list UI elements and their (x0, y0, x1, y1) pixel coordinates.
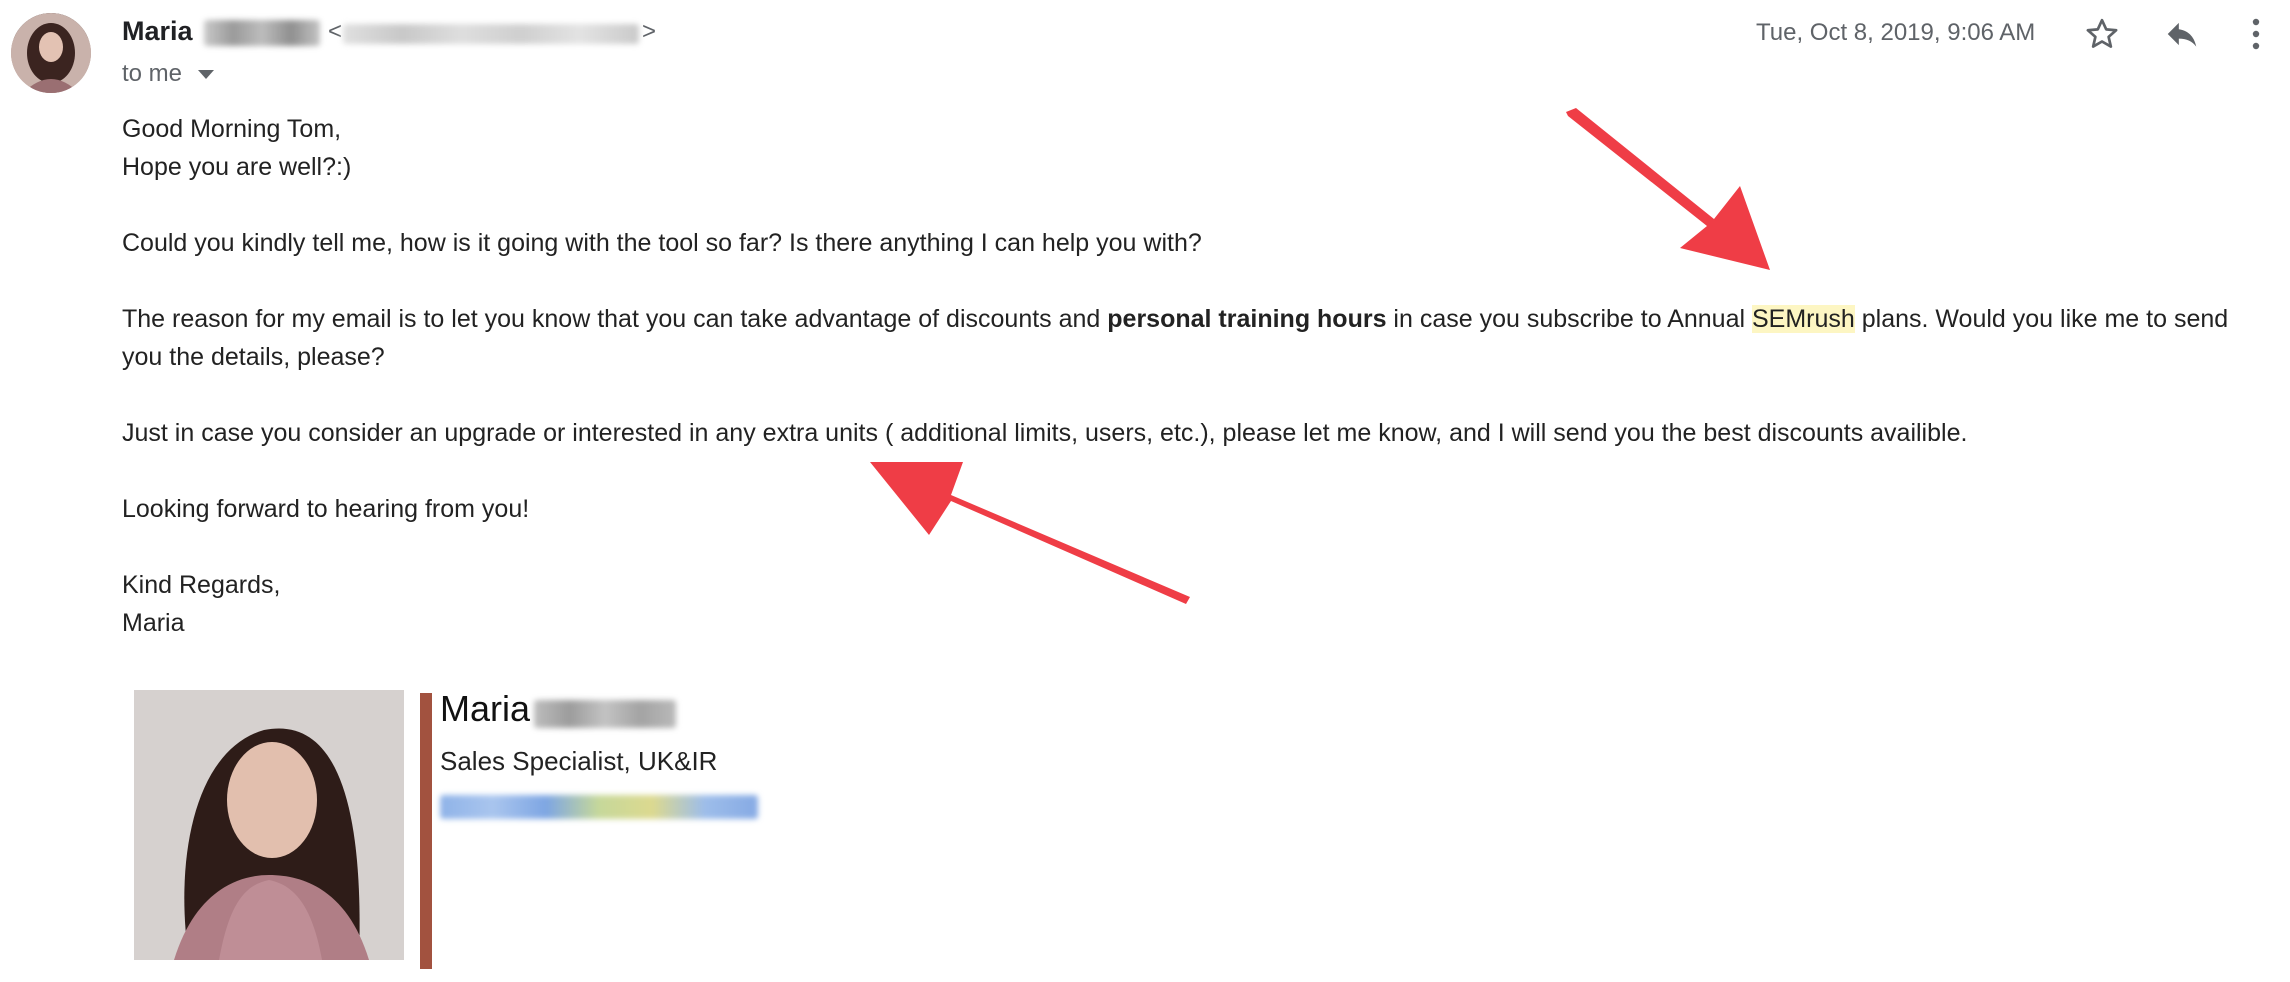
chevron-down-icon[interactable] (198, 70, 214, 79)
regards-line: Kind Regards, (122, 571, 281, 599)
semrush-highlight: SEMrush (1752, 305, 1855, 333)
signature-name: Maria (440, 688, 531, 729)
star-icon (2086, 18, 2118, 48)
upgrade-paragraph: Just in case you consider an upgrade or … (122, 419, 1968, 447)
signature-surname-redacted (534, 700, 676, 728)
reply-icon (2167, 22, 2197, 47)
signature-email-link-redacted[interactable] (440, 795, 758, 819)
greeting: Good Morning Tom, (122, 115, 342, 143)
offer-text-2: in case you subscribe to Annual (1386, 305, 1752, 333)
wellbeing-line: Hope you are well?:) (122, 153, 352, 181)
offer-text-1: The reason for my email is to let you kn… (122, 305, 1108, 333)
sender-name: Maria (122, 16, 193, 46)
signature-portrait (134, 690, 404, 960)
offer-bold-text: personal training hours (1107, 305, 1387, 333)
more-vert-icon (2252, 18, 2260, 50)
star-button[interactable] (2078, 10, 2126, 58)
message-date: Tue, Oct 8, 2019, 9:06 AM (1756, 19, 2036, 46)
more-options-button[interactable] (2238, 10, 2274, 58)
closing-line: Looking forward to hearing from you! (122, 495, 530, 523)
question-paragraph: Could you kindly tell me, how is it goin… (122, 229, 1202, 257)
sender-email-close: > (642, 18, 657, 45)
sender-avatar[interactable] (11, 13, 91, 93)
message-body: Good Morning Tom, Hope you are well?:) C… (122, 110, 2272, 680)
sender-email-redacted (343, 24, 639, 44)
recipient-label[interactable]: to me (122, 60, 182, 88)
avatar-photo (11, 13, 91, 93)
sign-off-name: Maria (122, 609, 185, 637)
sender-email-open: < (328, 18, 343, 45)
sender-surname-redacted (204, 20, 320, 46)
signature-accent-bar (420, 693, 432, 969)
reply-button[interactable] (2158, 10, 2206, 58)
signature-title: Sales Specialist, UK&IR (440, 746, 718, 776)
signature-photo (134, 690, 404, 960)
offer-paragraph: The reason for my email is to let you kn… (122, 300, 2272, 376)
